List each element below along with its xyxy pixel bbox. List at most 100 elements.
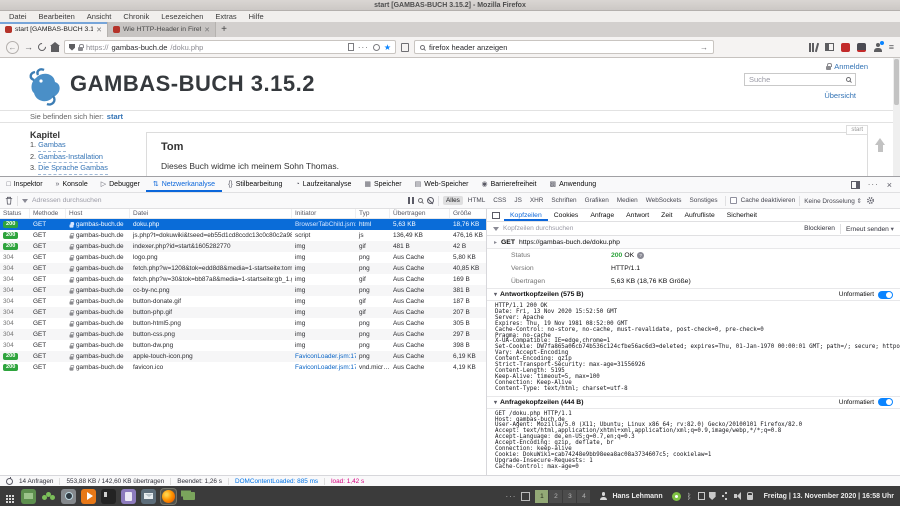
details-tab[interactable]: Sicherheit <box>721 209 763 221</box>
screenshot-tool-icon[interactable] <box>61 489 76 504</box>
devtools-tab[interactable]: Web-Speicher <box>408 177 475 192</box>
pause-log-icon[interactable] <box>408 197 414 204</box>
ssl-lock-icon[interactable] <box>78 47 83 51</box>
details-tab[interactable]: Cookies <box>548 209 585 221</box>
app-menu-icon[interactable] <box>6 495 8 497</box>
stopwatch-icon[interactable] <box>6 478 13 485</box>
details-tab[interactable]: Zeit <box>655 209 678 221</box>
initiator-cell[interactable]: img <box>292 265 356 272</box>
network-settings-gear-icon[interactable] <box>866 196 875 205</box>
request-row[interactable]: 200 200 GET gambas-buch.de apple-touch-i… <box>0 351 486 362</box>
window-titlebar[interactable]: start [GAMBAS-BUCH 3.15.2] - Mozilla Fir… <box>0 0 900 11</box>
resend-button[interactable]: Erneut senden <box>846 225 894 233</box>
email-icon[interactable] <box>141 489 156 504</box>
library-icon[interactable] <box>809 43 818 52</box>
menu-item[interactable]: Chronik <box>117 11 155 22</box>
page-scrollbar-thumb[interactable] <box>894 59 899 105</box>
column-header[interactable]: Status <box>0 209 30 218</box>
mint-menu-icon[interactable] <box>41 489 56 504</box>
file-manager-icon[interactable] <box>181 489 196 504</box>
user-name[interactable]: Hans Lehmann <box>612 493 662 500</box>
tab-close-icon[interactable]: ✕ <box>204 26 210 34</box>
extension-icon[interactable] <box>857 43 866 52</box>
breadcrumb-start-link[interactable]: start <box>107 112 123 121</box>
workspace-button[interactable]: 4 <box>577 490 590 503</box>
browser-tab[interactable]: start [GAMBAS-BUCH 3.15… ✕ <box>0 22 108 37</box>
terminal-icon[interactable] <box>101 489 116 504</box>
address-filter-input[interactable] <box>32 197 404 204</box>
throttling-select[interactable]: Keine Drosselung <box>804 197 862 205</box>
split-panel-icon[interactable] <box>492 212 500 219</box>
taskbar-overflow-icon[interactable] <box>505 492 516 501</box>
devtools-tab[interactable]: Inspektor <box>0 177 49 192</box>
devtools-menu-icon[interactable] <box>868 180 879 189</box>
type-filter-button[interactable]: JS <box>511 196 524 205</box>
details-tab[interactable]: Antwort <box>620 209 655 221</box>
menu-item[interactable]: Datei <box>3 11 33 22</box>
search-go-icon[interactable] <box>700 43 708 52</box>
request-headers-section[interactable]: Anfragekopfzeilen (444 B) Unformatiert <box>487 396 900 409</box>
devtools-tab[interactable]: Netzwerkanalyse <box>146 177 221 192</box>
type-filter-button[interactable]: Sonstiges <box>687 196 721 205</box>
initiator-cell[interactable]: img <box>292 254 356 261</box>
request-row[interactable]: 304 304 GET gambas-buch.de button-php.gi… <box>0 307 486 318</box>
initiator-cell[interactable]: img <box>292 342 356 349</box>
request-row[interactable]: 304 304 GET gambas-buch.de button-donate… <box>0 296 486 307</box>
help-icon[interactable] <box>637 252 644 259</box>
menu-item[interactable]: Lesezeichen <box>155 11 209 22</box>
request-summary-line[interactable]: GET https://gambas-buch.de/doku.php <box>487 236 900 249</box>
column-header[interactable]: Methode <box>30 209 66 218</box>
clear-requests-icon[interactable] <box>5 196 13 205</box>
request-row[interactable]: 304 304 GET gambas-buch.de fetch.php?w=3… <box>0 274 486 285</box>
devtools-tab[interactable]: Laufzeitanalyse <box>289 177 358 192</box>
back-button[interactable]: ← <box>6 41 19 54</box>
column-header[interactable]: Host <box>66 209 130 218</box>
type-filter-button[interactable]: CSS <box>490 196 509 205</box>
pocket-icon[interactable] <box>373 44 380 51</box>
url-bar[interactable]: https://gambas-buch.de/doku.php <box>64 40 396 54</box>
menu-hamburger-icon[interactable] <box>889 42 894 52</box>
show-desktop-icon[interactable] <box>21 489 36 504</box>
initiator-cell[interactable]: FaviconLoader.jsm:179 … <box>292 353 356 360</box>
browser-tab[interactable]: Wie HTTP-Header in Firefo… ✕ <box>108 22 216 37</box>
reader-mode-icon[interactable] <box>348 43 354 51</box>
devtools-tab[interactable]: Anwendung <box>543 177 603 192</box>
column-header[interactable]: Größe <box>450 209 487 218</box>
home-button[interactable] <box>51 46 59 52</box>
devtools-close-icon[interactable] <box>887 180 892 190</box>
type-filter-button[interactable]: Grafiken <box>582 196 612 205</box>
details-tab[interactable]: Kopfzeilen <box>504 209 548 221</box>
type-filter-button[interactable]: Schriften <box>548 196 579 205</box>
network-search-icon[interactable] <box>418 198 423 203</box>
lock-tray-icon[interactable] <box>746 492 755 501</box>
type-filter-button[interactable]: XHR <box>527 196 547 205</box>
request-row[interactable]: 304 304 GET gambas-buch.de cc-by-nc.png … <box>0 285 486 296</box>
menu-item[interactable]: Hilfe <box>243 11 270 22</box>
back-to-top-icon[interactable] <box>875 138 886 152</box>
type-filter-button[interactable]: HTML <box>465 196 488 205</box>
devtools-tab[interactable]: Debugger <box>94 177 146 192</box>
initiator-cell[interactable]: img <box>292 320 356 327</box>
account-icon[interactable] <box>873 43 882 52</box>
security-shield-icon[interactable] <box>709 492 716 500</box>
volume-icon[interactable] <box>733 492 742 501</box>
bluetooth-icon[interactable] <box>685 492 694 501</box>
headers-filter-input[interactable] <box>503 225 683 232</box>
search-input[interactable] <box>429 43 696 52</box>
twisty-icon[interactable] <box>494 239 497 246</box>
bookmark-star-icon[interactable] <box>384 43 391 52</box>
login-link[interactable]: Anmelden <box>826 62 868 71</box>
disable-cache-checkbox[interactable] <box>730 197 737 204</box>
initiator-cell[interactable]: script <box>292 232 356 239</box>
type-filter-button[interactable]: WebSockets <box>643 196 685 205</box>
dock-side-icon[interactable] <box>851 181 860 189</box>
request-row[interactable]: 304 304 GET gambas-buch.de button-dw.png… <box>0 340 486 351</box>
initiator-cell[interactable]: img <box>292 309 356 316</box>
request-blocking-icon[interactable] <box>427 197 434 204</box>
search-bar[interactable] <box>414 40 714 54</box>
workspace-button[interactable]: 3 <box>563 490 576 503</box>
window-list-icon[interactable] <box>521 492 530 501</box>
site-search-icon[interactable] <box>846 77 851 82</box>
network-tray-icon[interactable] <box>720 492 729 501</box>
request-row[interactable]: 304 304 GET gambas-buch.de button-css.pn… <box>0 329 486 340</box>
